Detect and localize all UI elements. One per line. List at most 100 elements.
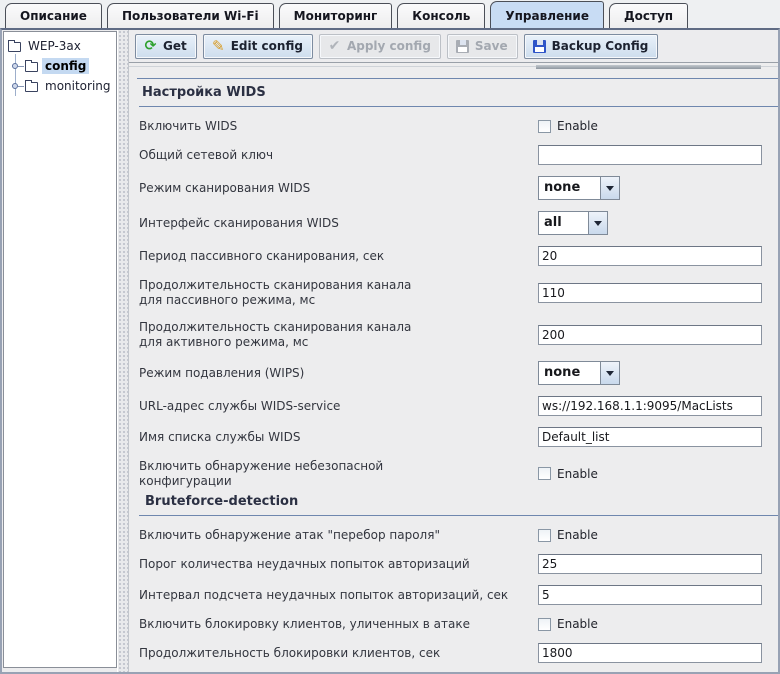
field-label-line: Режим сканирования WIDS [139,181,311,195]
form-row: Режим сканирования WIDS none [139,176,778,200]
field-control [538,145,762,165]
form-row: Имя списка службы WIDS [139,427,778,447]
text-input[interactable] [538,396,762,416]
field-label-line: Продолжительность сканирования канала [139,320,412,334]
backup-floppy-icon [532,39,547,54]
tree-knob-icon [12,63,24,69]
tab-4[interactable]: Консоль [397,3,486,28]
pencil-icon: ✎ [211,37,225,55]
field-control [538,554,762,574]
tab-3[interactable]: Мониторинг [278,3,393,28]
enable-checkbox[interactable] [538,617,551,631]
field-control [538,427,762,447]
checkbox-label: Enable [557,119,598,133]
field-label: Включить блокировку клиентов, уличенных … [139,616,538,632]
enable-checkbox[interactable] [538,467,551,480]
chevron-down-icon [606,185,614,191]
field-label: Режим сканирования WIDS [139,180,538,196]
form-row: Период пассивного сканирования, сек [139,246,778,266]
field-label: Включить WIDS [139,118,538,134]
field-label-line: Период пассивного сканирования, сек [139,249,385,263]
splitter[interactable] [117,30,129,672]
text-input[interactable] [538,145,762,165]
field-control: Enable [538,528,598,542]
tree-item-label: WEP-3ax [28,39,81,53]
toolbar-button-label: Apply config [346,39,431,53]
tree-item-monitoring[interactable]: monitoring [4,76,116,96]
dropdown-arrow-button[interactable] [600,176,620,200]
dropdown[interactable]: all [538,211,608,235]
form-row: URL-адрес службы WIDS-service [139,396,778,416]
section-title: Bruteforce-detection [139,494,778,516]
dropdown[interactable]: none [538,176,620,200]
form-row: Продолжительность сканирования канала для… [139,319,778,350]
field-control: all [538,211,608,235]
field-control: none [538,361,620,385]
enable-checkbox[interactable] [538,119,551,133]
toolbar-button-label: Backup Config [551,39,649,53]
dropdown-value: none [538,361,600,385]
tree-item-root[interactable]: WEP-3ax [4,36,116,56]
field-label: Порог количества неудачных попыток автор… [139,556,538,572]
text-input[interactable] [538,324,762,345]
folder-icon [25,60,38,72]
app-window: Описание Пользователи Wi-Fi Мониторинг Конс… [0,0,780,674]
chevron-down-icon [594,220,602,226]
toolbar-button-label: Save [474,39,508,53]
field-label: Режим подавления (WIPS) [139,365,538,381]
field-label-line: для активного режима, мс [139,335,309,349]
config-form: Настройка WIDS Включить WIDS Enable Общий с… [129,63,778,672]
form-row: Включить обнаружение атак "перебор парол… [139,527,778,543]
form-row: Включить блокировку клиентов, уличенных … [139,616,778,632]
field-control [538,324,762,345]
tab-1[interactable]: Описание [5,3,102,28]
field-control: Enable [538,617,598,631]
form-row: Интерфейс сканирования WIDS all [139,211,778,235]
checkbox-label: Enable [557,617,598,631]
tree-knob-icon [12,83,24,89]
edit-config-button[interactable]: ✎ Edit config [202,33,313,59]
tab-5[interactable]: Управление [490,1,604,28]
checkbox-label: Enable [557,466,598,481]
form-row: Продолжительность блокировки клиентов, с… [139,643,778,663]
text-input[interactable] [538,585,762,605]
backup-config-button[interactable]: Backup Config [523,33,659,59]
dropdown-arrow-button[interactable] [588,211,608,235]
field-label-line: Продолжительность блокировки клиентов, с… [139,646,441,660]
field-control [538,246,762,266]
text-input[interactable] [538,554,762,574]
field-label-line: Порог количества неудачных попыток автор… [139,557,470,571]
save-floppy-icon [455,39,469,53]
field-label: Имя списка службы WIDS [139,429,538,445]
get-button[interactable]: ⟳ Get [135,33,197,59]
field-label: Продолжительность сканирования канала для… [139,319,538,350]
dropdown-arrow-button[interactable] [600,361,620,385]
apply-config-button[interactable]: ✔ Apply config [318,33,441,59]
field-label-line: Общий сетевой ключ [139,148,274,162]
field-label-line: Имя списка службы WIDS [139,430,301,444]
save-button[interactable]: Save [446,33,518,59]
dropdown-value: all [538,211,588,235]
tree-item-label: monitoring [45,79,111,93]
form-row: Включить обнаружение небезопасной конфигу… [139,458,778,489]
text-input[interactable] [538,643,762,663]
field-label-line: Включить WIDS [139,119,238,133]
text-input[interactable] [538,427,762,447]
field-control: none [538,176,620,200]
enable-checkbox[interactable] [538,528,551,542]
dropdown[interactable]: none [538,361,620,385]
field-label-line: Включить обнаружение небезопасной [139,459,384,473]
tab-6[interactable]: Доступ [608,3,689,28]
field-label: Продолжительность блокировки клиентов, с… [139,645,538,661]
tab-2[interactable]: Пользователи Wi-Fi [106,3,274,28]
field-control [538,643,762,663]
text-input[interactable] [538,282,762,303]
text-input[interactable] [538,246,762,266]
refresh-icon: ⟳ [144,38,157,54]
main-panel: WEP-3ax config monitoring ⟳ Get ✎ Edit confi… [0,28,780,674]
field-label-line: Режим подавления (WIPS) [139,366,305,380]
field-control [538,282,762,303]
tree-item-config[interactable]: config [4,56,116,76]
scrolled-field-sliver [536,65,761,69]
field-label: URL-адрес службы WIDS-service [139,398,538,414]
